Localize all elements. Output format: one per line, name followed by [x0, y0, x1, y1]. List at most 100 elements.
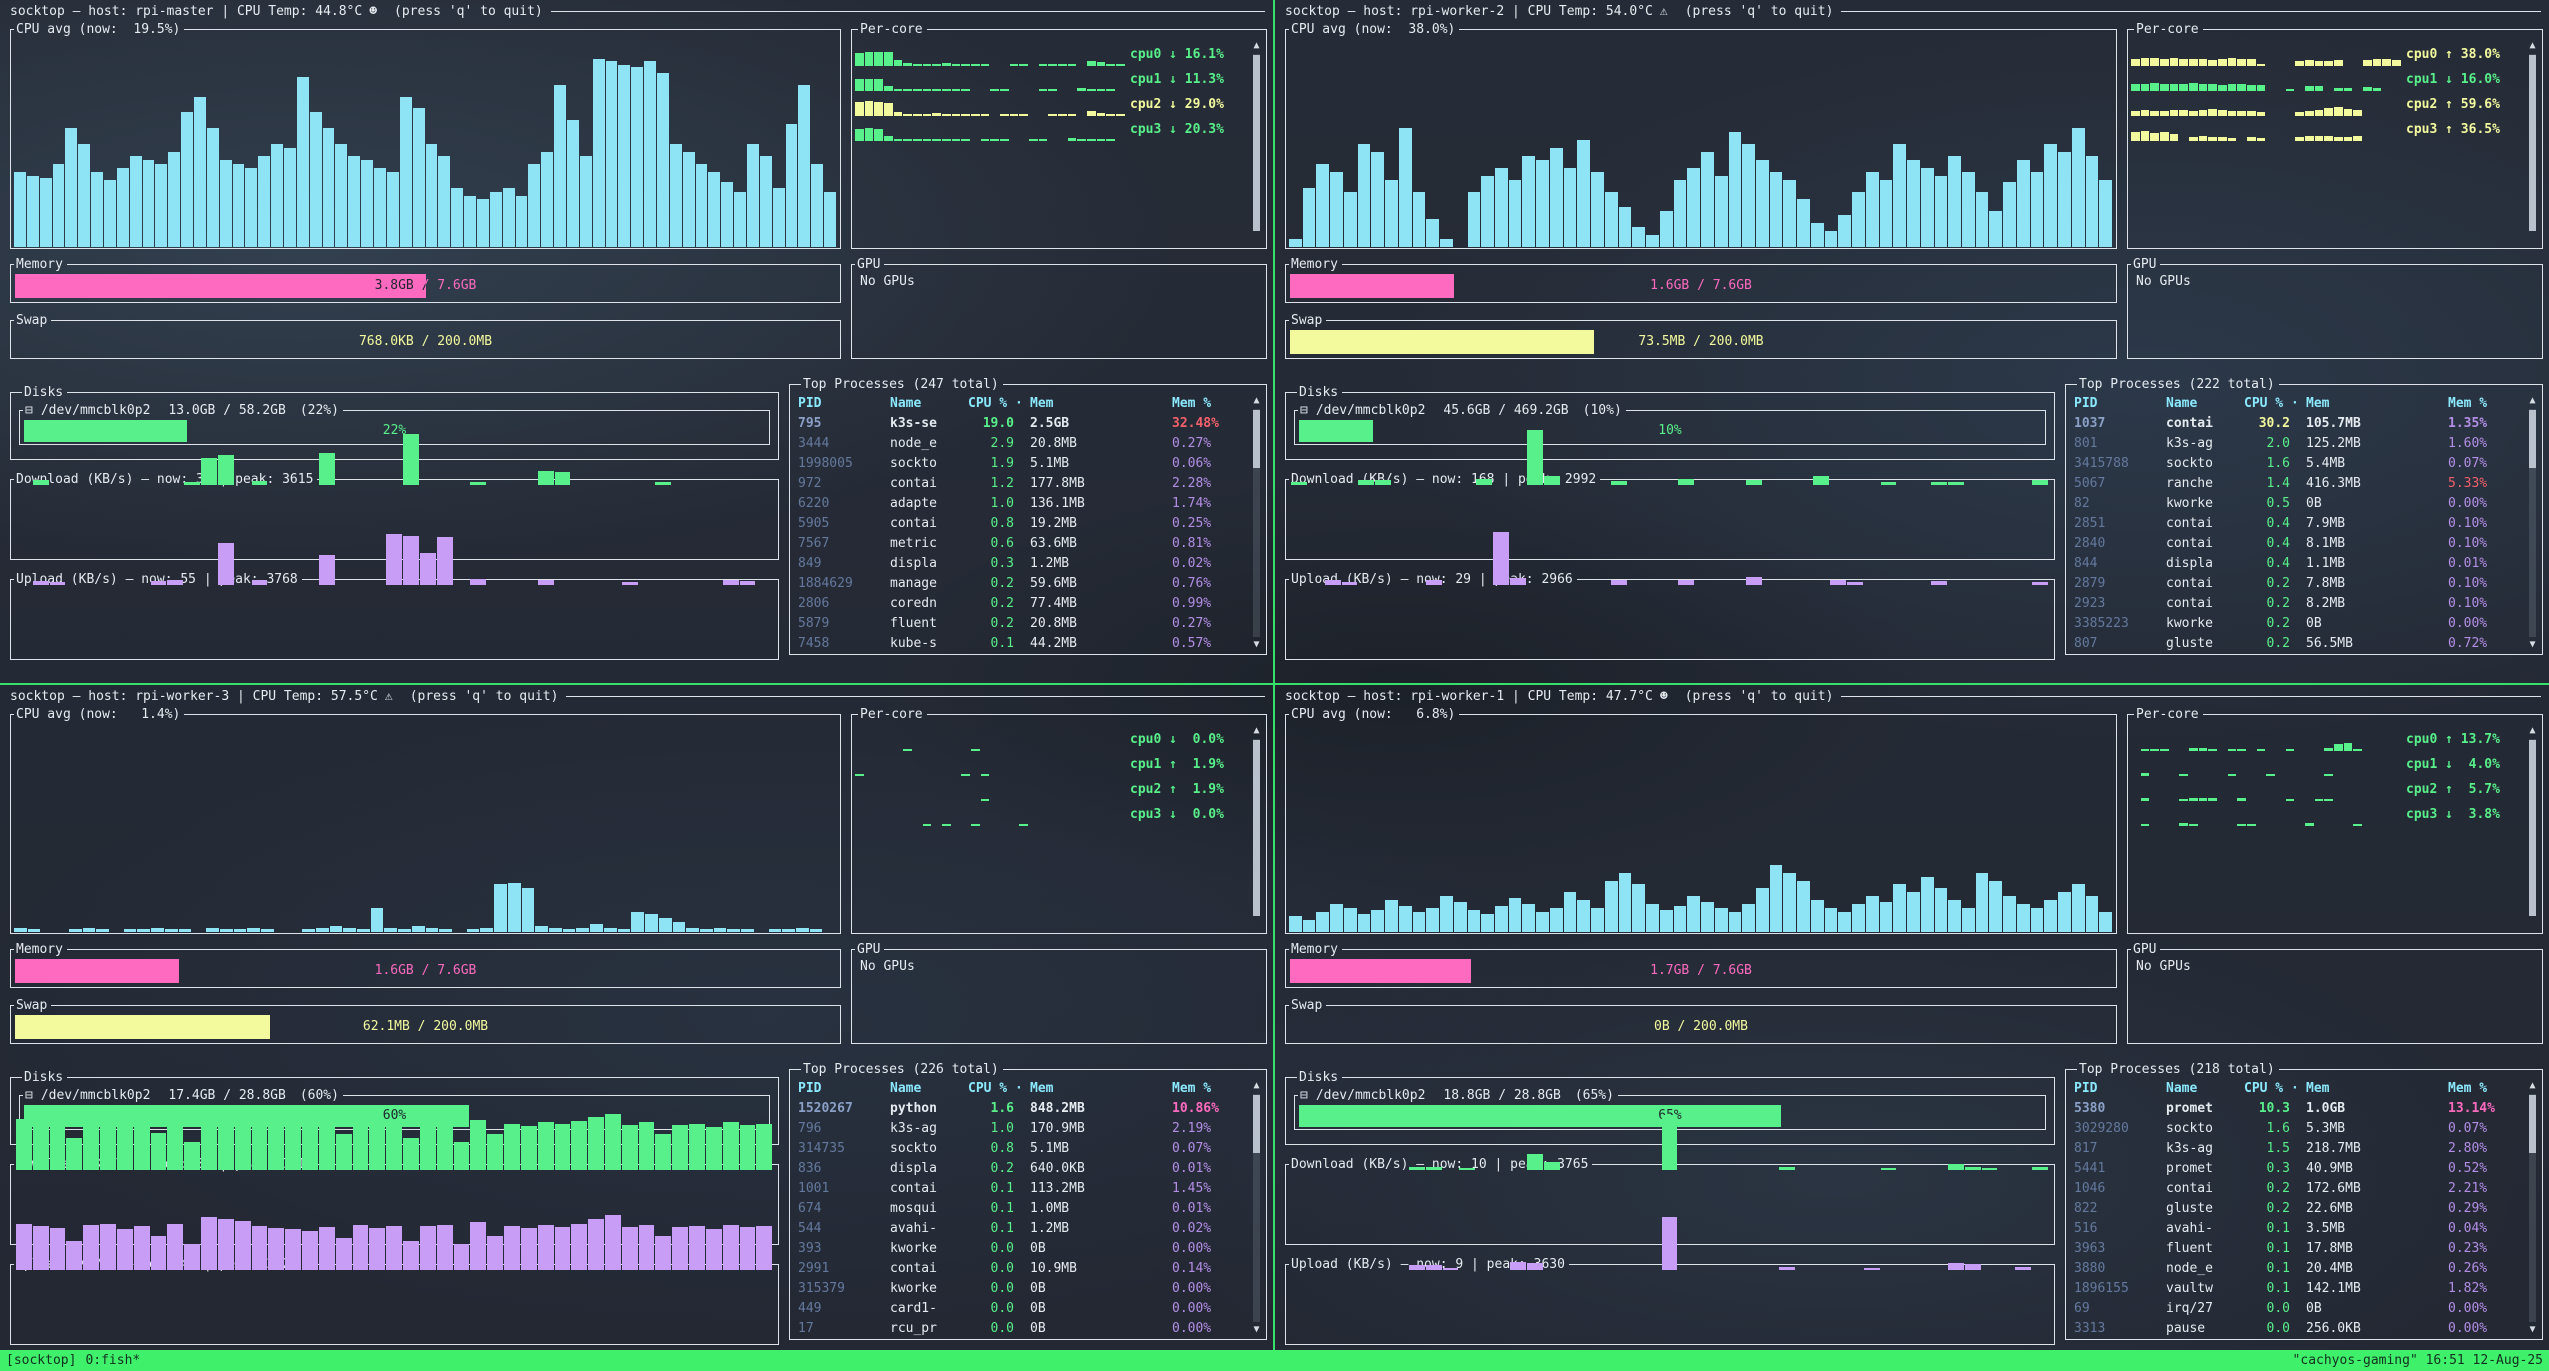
- process-row: 5879fluent0.220.8MB0.27%: [798, 614, 1244, 634]
- scroll-up-icon[interactable]: ▲: [2526, 395, 2539, 407]
- process-row: 836displa0.2640.0KB0.01%: [798, 1159, 1244, 1179]
- disk-usage: 18.8GB / 28.8GB: [1443, 1088, 1560, 1103]
- process-scrollbar[interactable]: ▲ ▼: [2526, 395, 2539, 651]
- per-core-scrollbar[interactable]: ▲: [2526, 40, 2539, 245]
- process-table-header: PID Name CPU % · Mem Mem %: [798, 1079, 1244, 1099]
- disk-entry-title: ⊟/dev/mmcblk0p218.8GB / 28.8GB(65%): [1298, 1088, 1618, 1103]
- col-memp[interactable]: Mem %: [2448, 1079, 2520, 1099]
- per-core-row: cpu0 ↓ 16.1%: [855, 42, 1246, 66]
- memory-panel: Memory 1.7GB / 7.6GB 1.7GB / 7.6GB: [1285, 942, 2117, 988]
- memory-panel: Memory 3.8GB / 7.6GB 3.8GB / 7.6GB: [10, 257, 841, 303]
- per-core-scrollbar[interactable]: ▲: [1250, 40, 1263, 245]
- disks-title: Disks: [22, 1070, 67, 1085]
- per-core-list: cpu0 ↓ 0.0%cpu1 ↑ 1.9%cpu2 ↑ 1.9%cpu3 ↓ …: [855, 727, 1246, 826]
- col-cpu[interactable]: CPU % ·: [2244, 394, 2306, 414]
- disk-icon: ⊟: [1300, 403, 1308, 418]
- swap-title: Swap: [1289, 313, 1326, 328]
- top-processes-panel: Top Processes (222 total) PID Name CPU %…: [2065, 377, 2543, 655]
- scroll-up-icon[interactable]: ▲: [2526, 40, 2539, 52]
- per-core-row: cpu3 ↓ 20.3%: [855, 117, 1246, 141]
- upload-panel: Upload (KB/s) — now: 55 | peak: 3768: [10, 572, 779, 660]
- process-scrollbar[interactable]: ▲ ▼: [1250, 1080, 1263, 1336]
- scrollbar-thumb[interactable]: [2529, 1095, 2536, 1153]
- disk-percent: (22%): [300, 403, 339, 418]
- col-memp[interactable]: Mem %: [1172, 394, 1244, 414]
- col-cpu[interactable]: CPU % ·: [968, 1079, 1030, 1099]
- per-core-sparkline: [855, 777, 1130, 801]
- scrollbar-thumb[interactable]: [1253, 740, 1260, 916]
- upload-panel: Upload (KB/s) — now: 9 | peak: 3630: [1285, 1257, 2055, 1345]
- process-row: 2851contai0.47.9MB0.10%: [2074, 514, 2520, 534]
- per-core-label: cpu0 ↓ 0.0%: [1130, 729, 1246, 751]
- scroll-up-icon[interactable]: ▲: [1250, 395, 1263, 407]
- per-core-sparkline: [855, 117, 1130, 141]
- download-chart: [16, 427, 773, 485]
- per-core-scrollbar[interactable]: ▲: [1250, 725, 1263, 930]
- gpu-panel: GPU No GPUs: [2127, 257, 2543, 359]
- per-core-row: cpu2 ↓ 29.0%: [855, 92, 1246, 116]
- cpu-avg-title: CPU avg (now: 6.8%): [1289, 707, 1459, 722]
- col-memp[interactable]: Mem %: [1172, 1079, 1244, 1099]
- tmux-horizontal-divider[interactable]: [0, 683, 2549, 685]
- per-core-label: cpu2 ↑ 59.6%: [2406, 94, 2522, 116]
- memory-gauge: 1.6GB / 7.6GB 1.6GB / 7.6GB: [15, 959, 836, 983]
- process-row: 3385223kworke0.20B0.00%: [2074, 614, 2520, 634]
- scroll-up-icon[interactable]: ▲: [1250, 1080, 1263, 1092]
- scroll-up-icon[interactable]: ▲: [2526, 1080, 2539, 1092]
- process-row: 817k3s-ag1.5218.7MB2.80%: [2074, 1139, 2520, 1159]
- scrollbar-thumb[interactable]: [2529, 55, 2536, 231]
- col-mem[interactable]: Mem: [2306, 1079, 2448, 1099]
- col-cpu[interactable]: CPU % ·: [2244, 1079, 2306, 1099]
- cool-face-icon: ☻: [369, 4, 377, 19]
- scrollbar-thumb[interactable]: [2529, 740, 2536, 916]
- tmux-window-item[interactable]: 0:fish*: [85, 1353, 140, 1368]
- scrollbar-thumb[interactable]: [1253, 55, 1260, 231]
- process-row: 796k3s-ag1.0170.9MB2.19%: [798, 1119, 1244, 1139]
- col-mem[interactable]: Mem: [1030, 1079, 1172, 1099]
- process-row: 3880node_e0.120.4MB0.26%: [2074, 1259, 2520, 1279]
- per-core-row: cpu2 ↑ 59.6%: [2131, 92, 2522, 116]
- col-memp[interactable]: Mem %: [2448, 394, 2520, 414]
- scrollbar-thumb[interactable]: [2529, 410, 2536, 468]
- per-core-list: cpu0 ↑ 13.7%cpu1 ↓ 4.0%cpu2 ↑ 5.7%cpu3 ↓…: [2131, 727, 2522, 826]
- scroll-down-icon[interactable]: ▼: [2526, 639, 2539, 651]
- process-row: 972contai1.2177.8MB2.28%: [798, 474, 1244, 494]
- scrollbar-thumb[interactable]: [1253, 410, 1260, 468]
- per-core-sparkline: [855, 802, 1130, 826]
- scroll-down-icon[interactable]: ▼: [1250, 1324, 1263, 1336]
- swap-title: Swap: [14, 998, 51, 1013]
- process-rows: 1520267python1.6848.2MB10.86%796k3s-ag1.…: [798, 1099, 1244, 1339]
- top-processes-title: Top Processes (222 total): [2077, 377, 2279, 392]
- per-core-sparkline: [855, 92, 1130, 116]
- col-pid: PID: [2074, 1079, 2166, 1099]
- gpu-title: GPU: [2131, 257, 2160, 272]
- disk-icon: ⊟: [25, 1088, 33, 1103]
- process-scrollbar[interactable]: ▲ ▼: [1250, 395, 1263, 651]
- per-core-title: Per-core: [858, 22, 927, 37]
- gpu-panel: GPU No GPUs: [851, 942, 1267, 1044]
- socktop-pane: socktop — host: rpi-worker-3 | CPU Temp:…: [0, 685, 1273, 1350]
- col-cpu[interactable]: CPU % ·: [968, 394, 1030, 414]
- col-pid: PID: [2074, 394, 2166, 414]
- per-core-scrollbar[interactable]: ▲: [2526, 725, 2539, 930]
- quit-hint: (press 'q' to quit): [394, 4, 543, 19]
- per-core-label: cpu2 ↓ 29.0%: [1130, 94, 1246, 116]
- disk-usage: 13.0GB / 58.2GB: [168, 403, 285, 418]
- scrollbar-thumb[interactable]: [1253, 1095, 1260, 1153]
- scroll-down-icon[interactable]: ▼: [2526, 1324, 2539, 1336]
- memory-title: Memory: [1289, 257, 1342, 272]
- scroll-up-icon[interactable]: ▲: [2526, 725, 2539, 737]
- col-mem[interactable]: Mem: [2306, 394, 2448, 414]
- disks-title: Disks: [1297, 1070, 1342, 1085]
- scroll-down-icon[interactable]: ▼: [1250, 639, 1263, 651]
- memory-gauge: 1.6GB / 7.6GB 1.6GB / 7.6GB: [1290, 274, 2112, 298]
- scroll-up-icon[interactable]: ▲: [1250, 40, 1263, 52]
- process-scrollbar[interactable]: ▲ ▼: [2526, 1080, 2539, 1336]
- col-mem[interactable]: Mem: [1030, 394, 1172, 414]
- process-row: 849displa0.31.2MB0.02%: [798, 554, 1244, 574]
- per-core-label: cpu0 ↑ 38.0%: [2406, 44, 2522, 66]
- scroll-up-icon[interactable]: ▲: [1250, 725, 1263, 737]
- swap-gauge: 0B / 200.0MB 0B / 200.0MB: [1290, 1015, 2112, 1039]
- process-row: 5441promet0.340.9MB0.52%: [2074, 1159, 2520, 1179]
- tmux-vertical-divider[interactable]: [1273, 0, 1275, 1350]
